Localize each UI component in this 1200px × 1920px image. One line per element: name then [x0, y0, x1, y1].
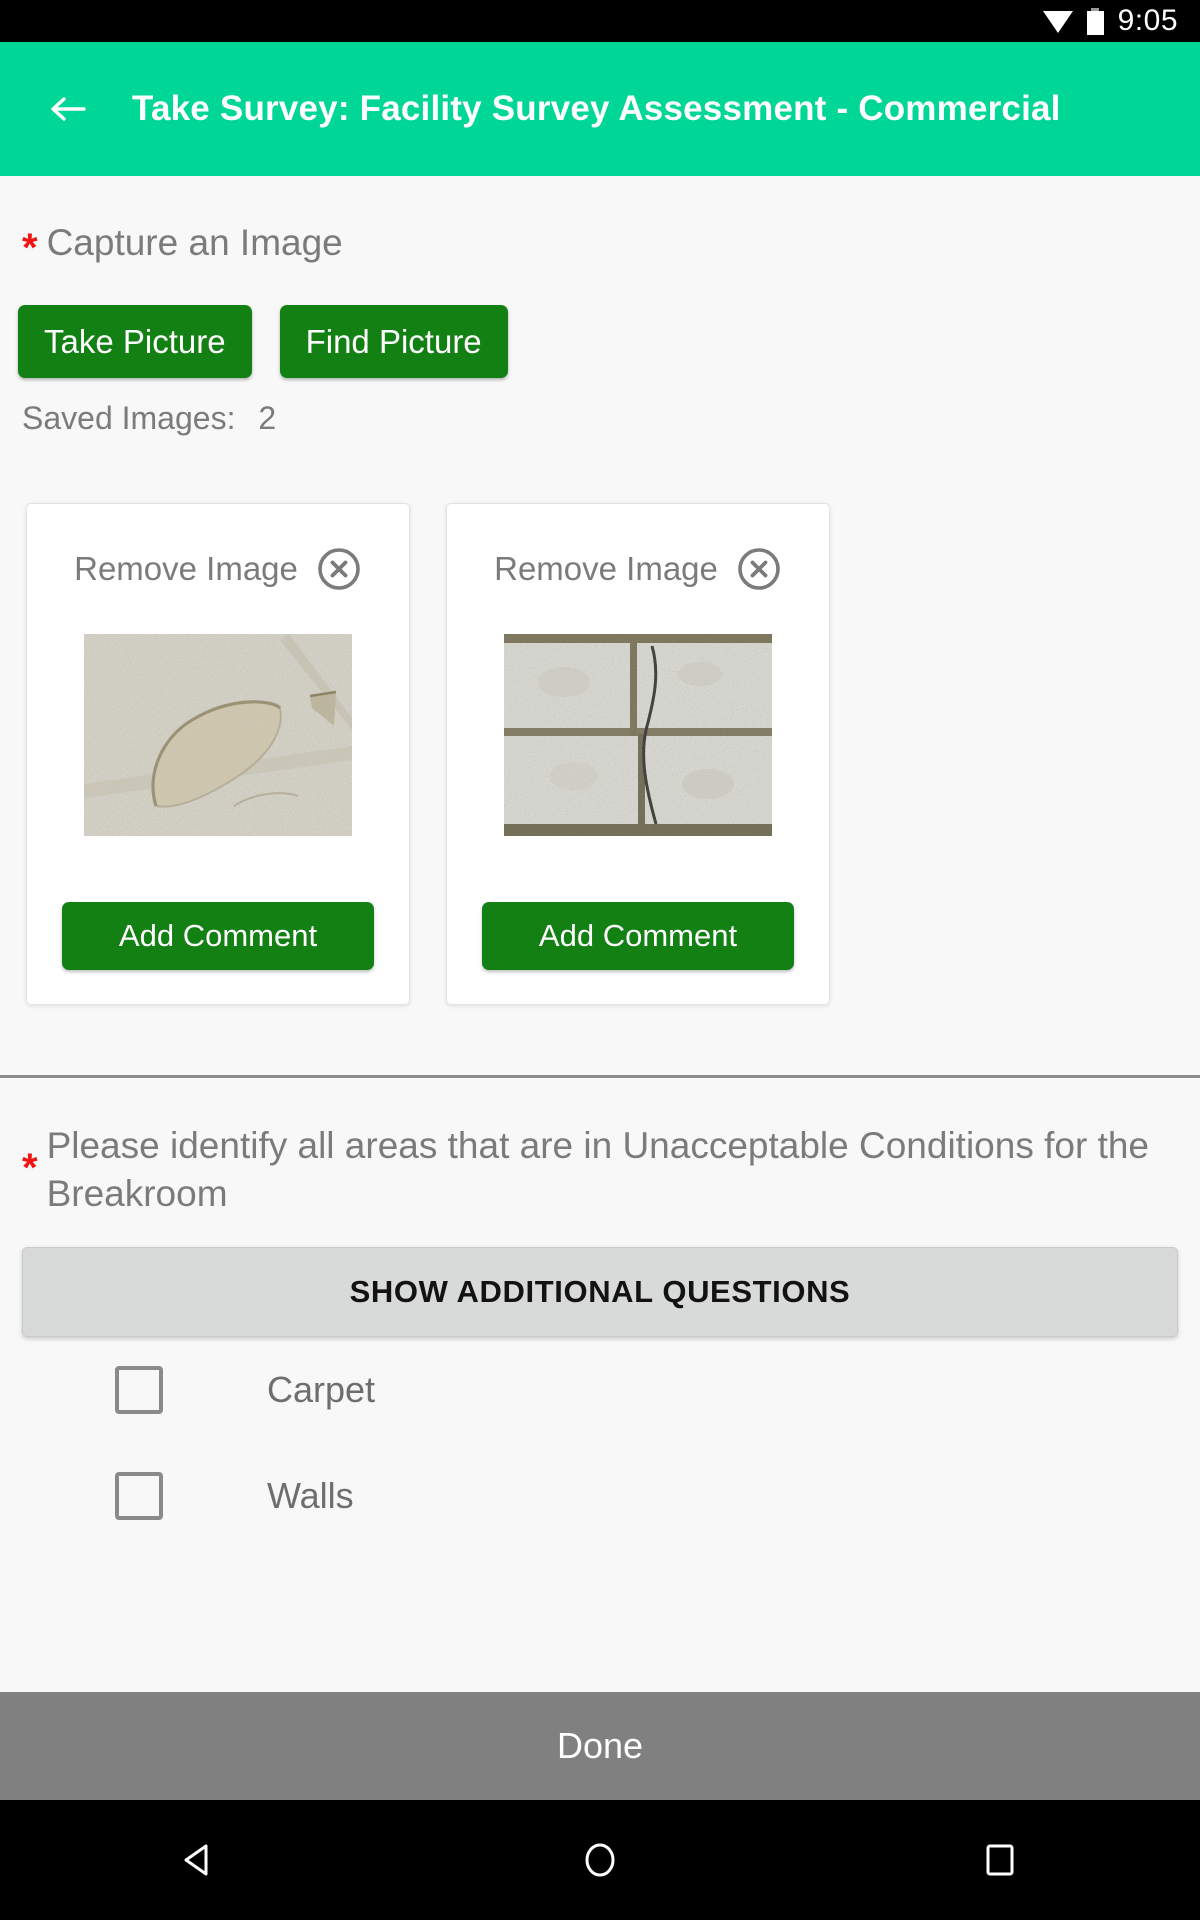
- remove-image-row[interactable]: Remove Image: [494, 546, 782, 592]
- nav-home-icon[interactable]: [540, 1800, 660, 1920]
- capture-buttons: Take Picture Find Picture: [0, 265, 1200, 379]
- remove-image-row[interactable]: Remove Image: [74, 546, 362, 592]
- status-bar: 9:05: [0, 0, 1200, 42]
- done-button[interactable]: Done: [0, 1692, 1200, 1800]
- saved-images-label: Saved Images:: [22, 400, 236, 437]
- checkbox-carpet[interactable]: [115, 1366, 163, 1415]
- saved-images-count: 2: [258, 400, 277, 437]
- app-screen: 9:05 Take Survey: Facility Survey Assess…: [0, 0, 1200, 1920]
- image-thumbnail[interactable]: [84, 634, 352, 837]
- show-additional-questions-button[interactable]: SHOW ADDITIONAL QUESTIONS: [22, 1247, 1178, 1338]
- image-card-list: Remove Image Add Comment Remove Image Ad…: [0, 437, 1200, 1006]
- add-comment-button[interactable]: Add Comment: [482, 902, 794, 971]
- status-clock: 9:05: [1117, 4, 1178, 37]
- remove-image-label: Remove Image: [74, 550, 298, 588]
- survey-content: * Capture an Image Take Picture Find Pic…: [0, 176, 1200, 1550]
- remove-image-label: Remove Image: [494, 550, 718, 588]
- close-circle-icon[interactable]: [316, 546, 362, 592]
- required-asterisk: *: [22, 226, 38, 270]
- arrow-left-icon[interactable]: [46, 87, 90, 131]
- app-bar: Take Survey: Facility Survey Assessment …: [0, 42, 1200, 176]
- option-label-walls: Walls: [267, 1475, 354, 1517]
- option-row-walls[interactable]: Walls: [0, 1443, 1200, 1549]
- nav-back-icon[interactable]: [140, 1800, 260, 1920]
- battery-icon: [1086, 7, 1104, 35]
- wifi-icon: [1042, 9, 1073, 33]
- image-card: Remove Image Add Comment: [446, 503, 830, 1006]
- option-row-carpet[interactable]: Carpet: [0, 1337, 1200, 1443]
- capture-image-label: Capture an Image: [46, 222, 343, 263]
- option-label-carpet: Carpet: [267, 1369, 376, 1411]
- close-circle-icon[interactable]: [736, 546, 782, 592]
- find-picture-button[interactable]: Find Picture: [279, 304, 508, 379]
- checkbox-walls[interactable]: [115, 1472, 163, 1521]
- required-asterisk: *: [22, 1146, 38, 1191]
- areas-question-label: Please identify all areas that are in Un…: [46, 1125, 1150, 1214]
- image-thumbnail[interactable]: [504, 634, 772, 837]
- page-title: Take Survey: Facility Survey Assessment …: [132, 89, 1061, 128]
- saved-images-row: Saved Images: 2: [0, 378, 1200, 437]
- areas-question: * Please identify all areas that are in …: [0, 1078, 1200, 1217]
- android-nav-bar: [0, 1800, 1200, 1920]
- capture-image-question: * Capture an Image: [0, 176, 1200, 270]
- nav-recents-icon[interactable]: [940, 1800, 1060, 1920]
- image-card: Remove Image Add Comment: [26, 503, 410, 1006]
- add-comment-button[interactable]: Add Comment: [62, 902, 374, 971]
- take-picture-button[interactable]: Take Picture: [18, 304, 252, 379]
